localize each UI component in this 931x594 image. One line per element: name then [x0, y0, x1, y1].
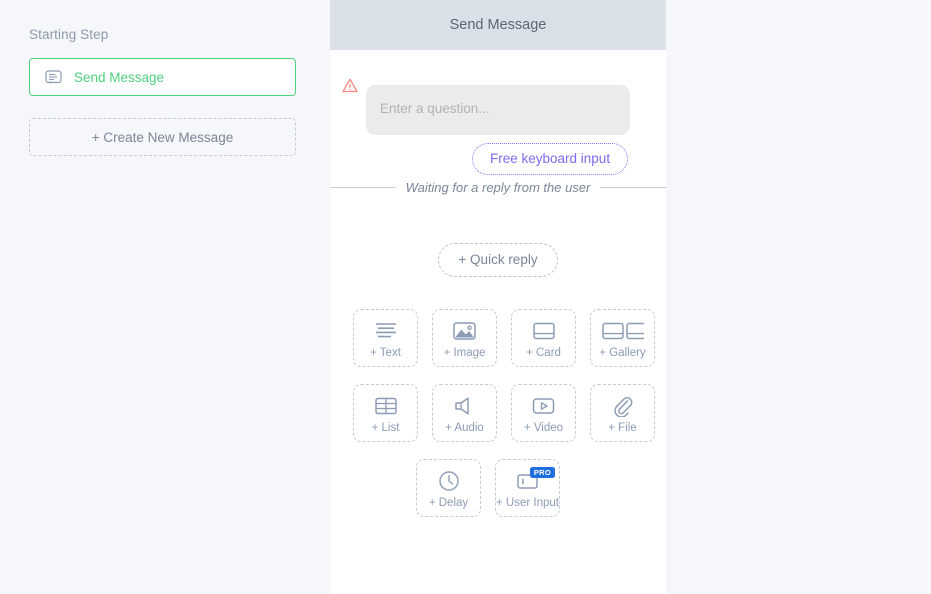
add-card-tile[interactable]: + Card: [511, 309, 576, 367]
message-input[interactable]: Enter a question...: [366, 85, 630, 135]
tile-label: + Video: [523, 421, 564, 434]
add-file-tile[interactable]: + File: [590, 384, 655, 442]
starting-step-label: Starting Step: [29, 27, 109, 42]
add-audio-tile[interactable]: + Audio: [432, 384, 497, 442]
list-table-icon: [374, 393, 397, 419]
clock-icon: [438, 468, 460, 494]
tile-label: + Text: [370, 346, 401, 359]
add-quick-reply-button[interactable]: + Quick reply: [438, 243, 558, 277]
add-gallery-tile[interactable]: + Gallery: [590, 309, 655, 367]
warning-triangle-icon: [342, 78, 358, 93]
separator-line-left: [330, 187, 396, 188]
text-lines-icon: [373, 318, 399, 344]
paperclip-icon: [612, 393, 633, 419]
tile-label: + User Input: [496, 496, 559, 509]
sidebar-item-send-message[interactable]: Send Message: [29, 58, 296, 96]
add-delay-tile[interactable]: + Delay: [416, 459, 481, 517]
create-new-message-label: + Create New Message: [91, 129, 234, 145]
video-play-icon: [532, 393, 555, 419]
message-row: Enter a question... Free keyboard input: [330, 68, 666, 175]
speech-bubble-icon: [44, 68, 62, 86]
content-type-grid-row-3: + Delay PRO + User Input: [330, 459, 666, 534]
sidebar: Starting Step Send Message + Create New …: [0, 0, 330, 594]
waiting-text: Waiting for a reply from the user: [405, 180, 591, 195]
panel-header: Send Message: [330, 0, 666, 50]
tile-label: + List: [371, 421, 400, 434]
speaker-icon: [453, 393, 476, 419]
quick-reply-row: + Quick reply: [330, 243, 666, 277]
waiting-separator: Waiting for a reply from the user: [330, 180, 666, 195]
content-type-grid: + Text + Image + Card + Gallery + List +…: [330, 309, 666, 459]
image-icon: [453, 318, 476, 344]
free-keyboard-input-button[interactable]: Free keyboard input: [472, 143, 629, 175]
tile-label: + Audio: [445, 421, 484, 434]
gallery-icon: [601, 318, 644, 344]
card-icon: [532, 318, 555, 344]
tile-label: + Card: [526, 346, 561, 359]
add-text-tile[interactable]: + Text: [353, 309, 418, 367]
tile-label: + Delay: [428, 496, 469, 509]
add-user-input-tile[interactable]: PRO + User Input: [495, 459, 560, 517]
panel-title: Send Message: [449, 17, 547, 33]
separator-line-right: [600, 187, 666, 188]
tile-label: + Gallery: [599, 346, 646, 359]
add-list-tile[interactable]: + List: [353, 384, 418, 442]
message-placeholder: Enter a question...: [380, 101, 490, 116]
send-message-panel: Send Message Enter a question... Free ke…: [330, 0, 666, 594]
sidebar-item-label: Send Message: [74, 69, 165, 85]
create-new-message-button[interactable]: + Create New Message: [29, 118, 296, 156]
add-video-tile[interactable]: + Video: [511, 384, 576, 442]
add-image-tile[interactable]: + Image: [432, 309, 497, 367]
pro-badge: PRO: [529, 467, 555, 478]
tile-label: + File: [608, 421, 637, 434]
tile-label: + Image: [443, 346, 486, 359]
